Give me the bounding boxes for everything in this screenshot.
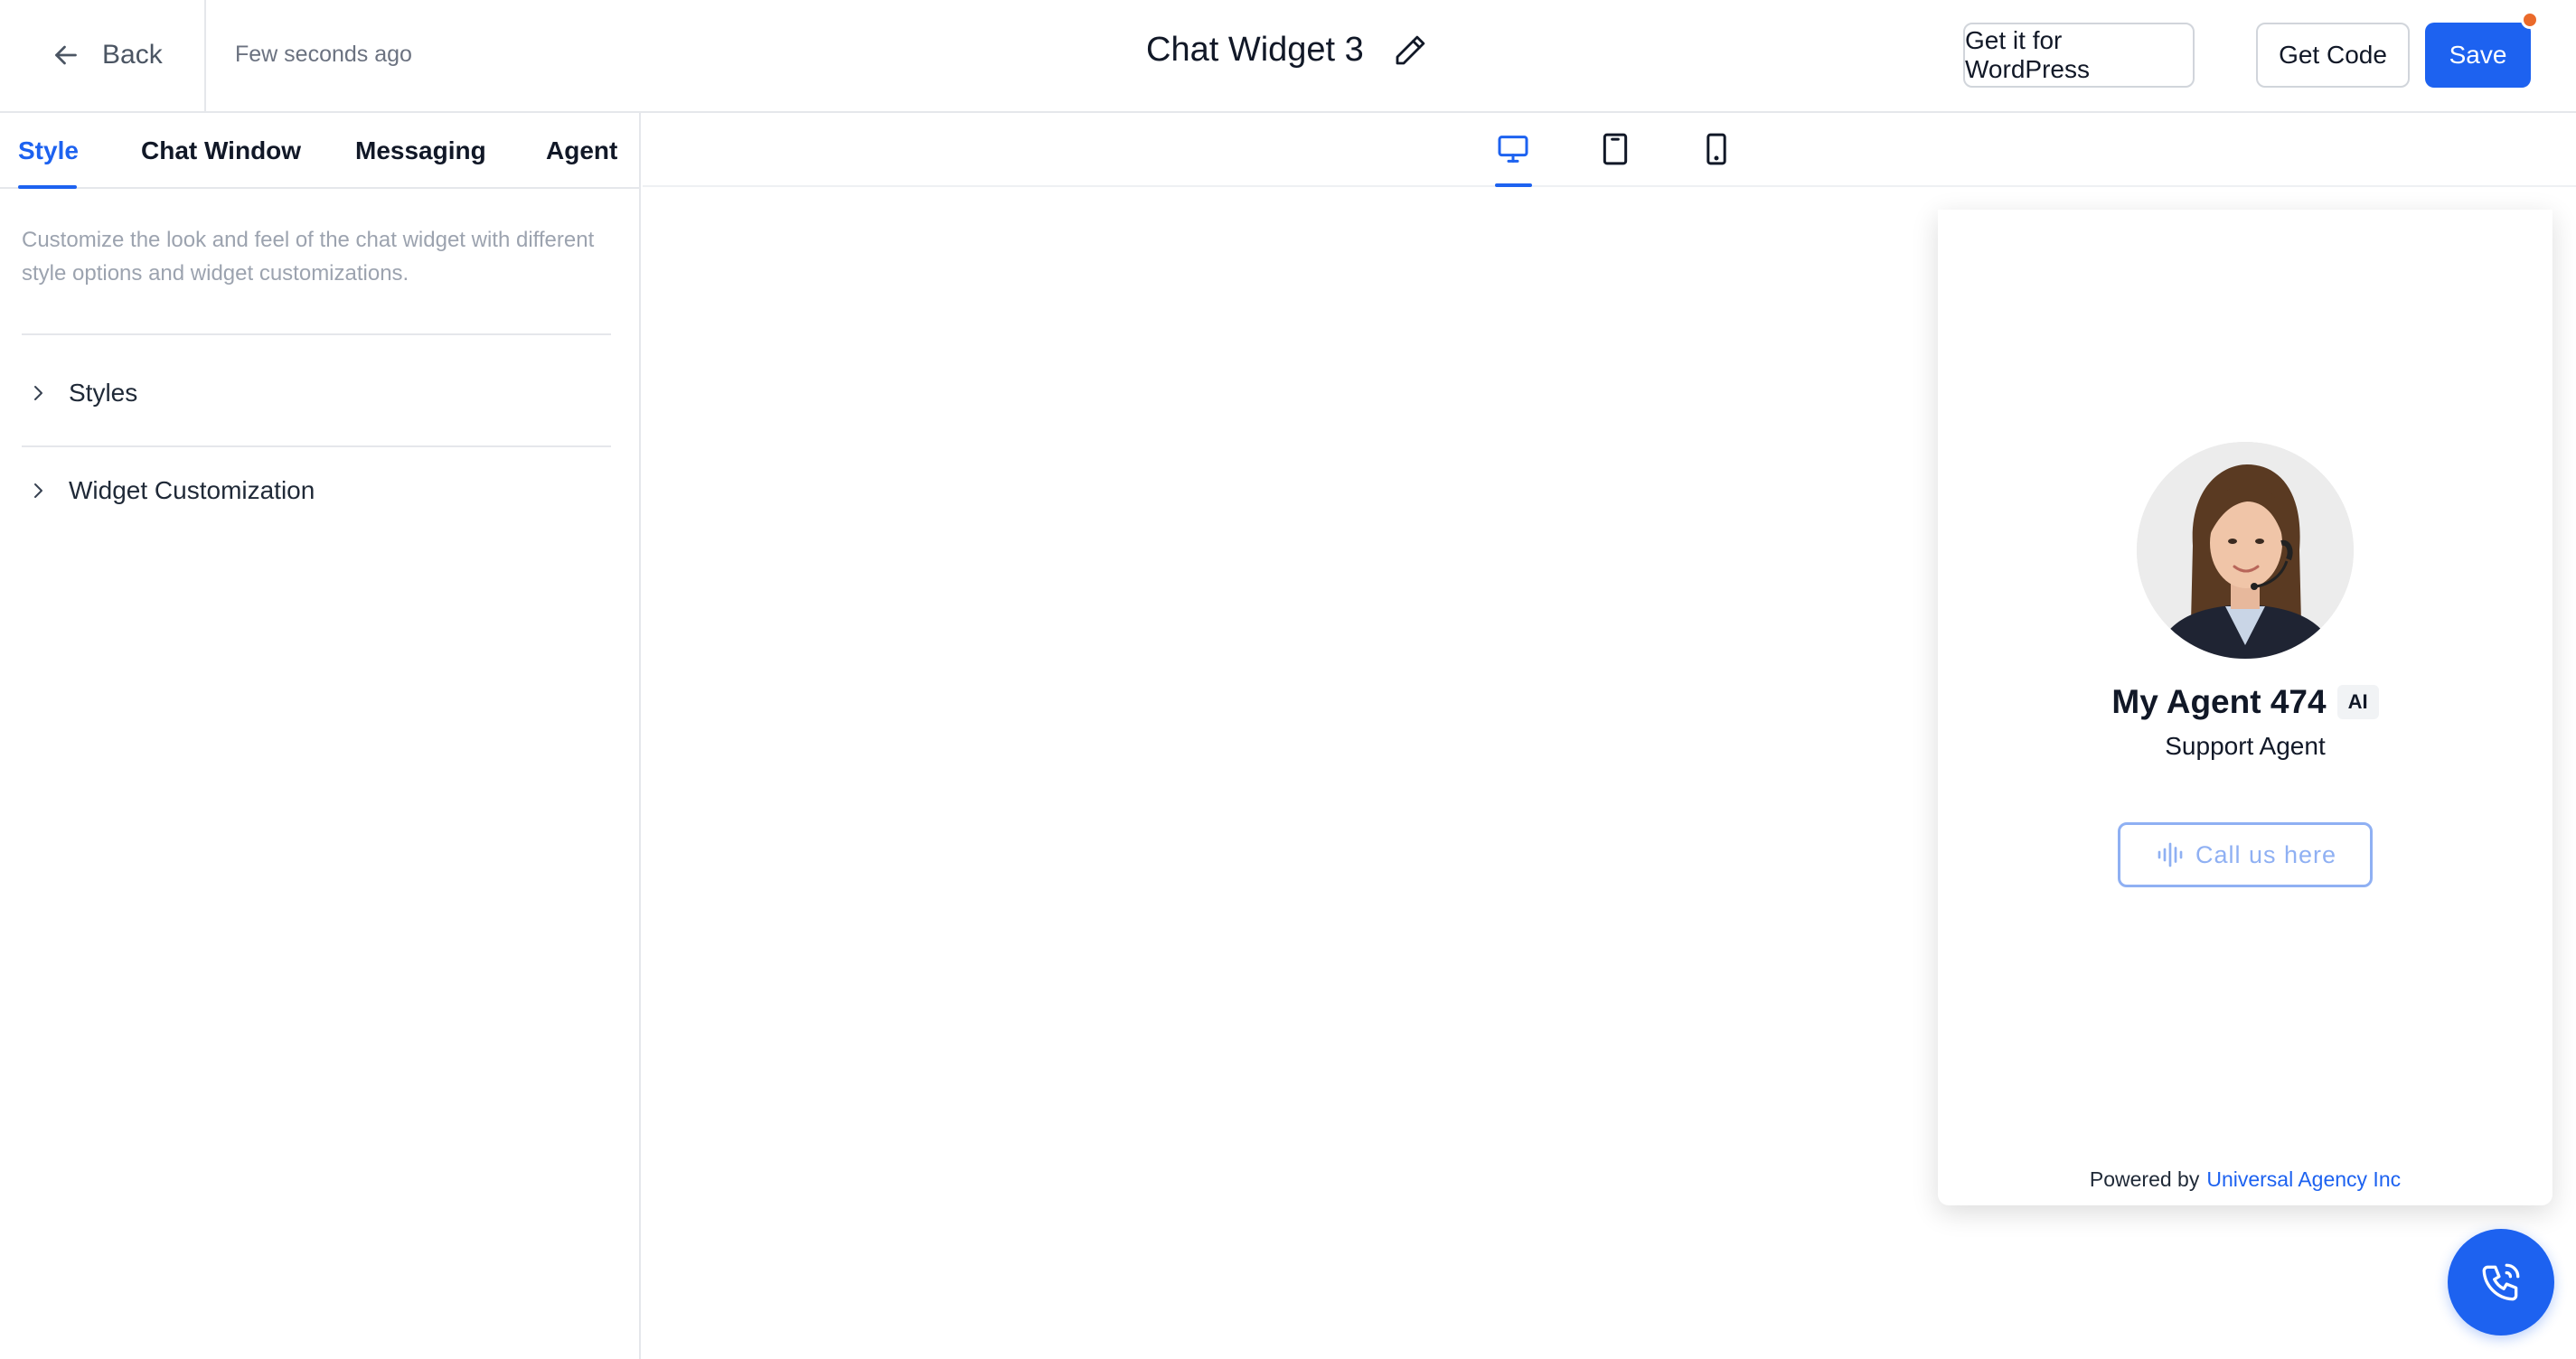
save-button[interactable]: Save <box>2425 23 2531 88</box>
powered-by-label: Powered by <box>2089 1167 2200 1191</box>
active-tab-indicator <box>18 185 77 189</box>
tab-chat-window[interactable]: Chat Window <box>141 136 301 165</box>
desktop-icon <box>1498 136 1528 163</box>
get-code-button[interactable]: Get Code <box>2256 23 2410 88</box>
tablet-icon <box>1603 133 1628 165</box>
style-description: Customize the look and feel of the chat … <box>22 228 595 286</box>
agent-role: Support Agent <box>2165 732 2326 760</box>
ai-badge: AI <box>2336 685 2379 719</box>
arrow-left-icon <box>55 45 77 65</box>
agent-name-row: My Agent 474 AI <box>1938 683 2552 721</box>
device-mobile-button[interactable] <box>1697 129 1736 169</box>
powered-by-link[interactable]: Universal Agency Inc <box>2206 1167 2401 1192</box>
agent-name: My Agent 474 <box>2111 683 2327 720</box>
back-button[interactable]: Back <box>50 33 163 78</box>
section-divider <box>22 445 611 447</box>
tab-messaging[interactable]: Messaging <box>355 136 486 165</box>
device-toolbar <box>643 113 2576 187</box>
device-desktop-button[interactable] <box>1493 129 1533 169</box>
saved-status: Few seconds ago <box>235 42 412 67</box>
accordion-widget-customization[interactable]: Widget Customization <box>27 476 315 505</box>
accordion-widget-customization-label: Widget Customization <box>69 476 315 504</box>
tab-agent[interactable]: Agent <box>546 136 617 165</box>
settings-panel: Style Chat Window Messaging Agent Custom… <box>0 113 641 1359</box>
call-us-button[interactable]: Call us here <box>2118 822 2373 887</box>
pencil-icon[interactable] <box>1391 32 1429 70</box>
accordion-styles[interactable]: Styles <box>27 379 137 408</box>
chevron-right-icon <box>34 386 42 400</box>
widget-title: Chat Widget 3 <box>1146 31 1364 69</box>
accordion-styles-label: Styles <box>69 379 138 407</box>
device-tablet-button[interactable] <box>1595 129 1635 169</box>
soundwave-icon <box>2158 842 2183 867</box>
top-bar: Back Few seconds ago Chat Widget 3 Get i… <box>0 0 2576 113</box>
call-launcher-button[interactable] <box>2448 1229 2554 1336</box>
chevron-right-icon <box>34 483 42 498</box>
call-us-label: Call us here <box>2195 840 2337 868</box>
powered-by: Powered by Universal Agency Inc <box>1938 1167 2552 1192</box>
section-divider <box>22 333 611 335</box>
notification-dot <box>2521 11 2539 29</box>
mobile-icon <box>1706 133 1726 165</box>
active-device-indicator <box>1495 183 1532 187</box>
phone-call-icon <box>2482 1263 2520 1301</box>
chat-widget-preview: My Agent 474 AI Support Agent Call us he… <box>1938 210 2552 1205</box>
agent-portrait-image <box>2137 442 2354 659</box>
tab-style[interactable]: Style <box>18 136 79 165</box>
get-wordpress-button[interactable]: Get it for WordPress <box>1963 23 2195 88</box>
widget-title-group: Chat Widget 3 <box>1146 31 1429 70</box>
agent-avatar <box>2137 442 2354 659</box>
back-label: Back <box>102 40 163 70</box>
settings-tabs: Style Chat Window Messaging Agent <box>0 113 639 189</box>
header-divider <box>204 0 206 113</box>
